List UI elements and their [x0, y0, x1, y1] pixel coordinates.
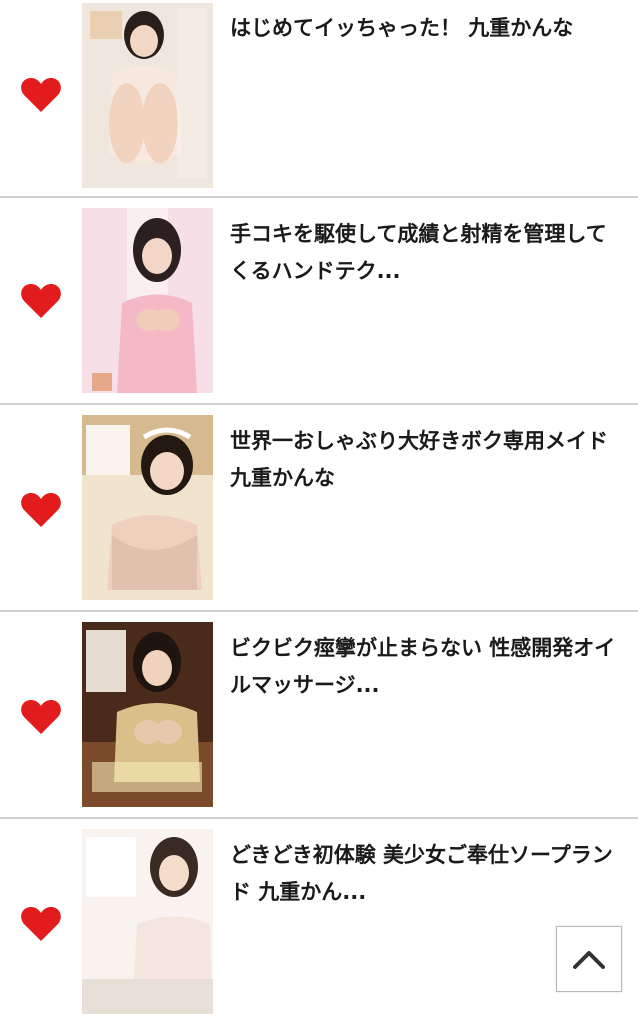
chevron-up-icon — [573, 951, 605, 969]
heart-icon[interactable] — [20, 698, 62, 736]
list-item[interactable]: どきどき初体験 美少女ご奉仕ソープランド 九重かん... — [0, 819, 638, 1026]
item-title[interactable]: どきどき初体験 美少女ご奉仕ソープランド 九重かん... — [230, 837, 626, 911]
item-title[interactable]: はじめてイッちゃった！ 九重かんな — [230, 10, 626, 47]
cover-thumbnail[interactable] — [82, 3, 213, 188]
heart-icon[interactable] — [20, 491, 62, 529]
cover-thumbnail[interactable] — [82, 208, 213, 393]
cover-thumbnail[interactable] — [82, 829, 213, 1014]
item-title[interactable]: 世界一おしゃぶり大好きボク専用メイド 九重かんな — [230, 423, 626, 497]
list-item[interactable]: 手コキを駆使して成績と射精を管理してくるハンドテク... — [0, 198, 638, 405]
cover-thumbnail[interactable] — [82, 415, 213, 600]
video-list: はじめてイッちゃった！ 九重かんな 手コキを駆使して成績と射精を管理してくるハン… — [0, 0, 638, 1026]
back-to-top-button[interactable] — [556, 926, 622, 992]
item-title[interactable]: ビクビク痙攣が止まらない 性感開発オイルマッサージ... — [230, 630, 626, 704]
list-item[interactable]: 世界一おしゃぶり大好きボク専用メイド 九重かんな — [0, 405, 638, 612]
heart-icon[interactable] — [20, 282, 62, 320]
list-item[interactable]: はじめてイッちゃった！ 九重かんな — [0, 0, 638, 198]
cover-thumbnail[interactable] — [82, 622, 213, 807]
list-item[interactable]: ビクビク痙攣が止まらない 性感開発オイルマッサージ... — [0, 612, 638, 819]
item-title[interactable]: 手コキを駆使して成績と射精を管理してくるハンドテク... — [230, 216, 626, 290]
heart-icon[interactable] — [20, 905, 62, 943]
heart-icon[interactable] — [20, 76, 62, 114]
